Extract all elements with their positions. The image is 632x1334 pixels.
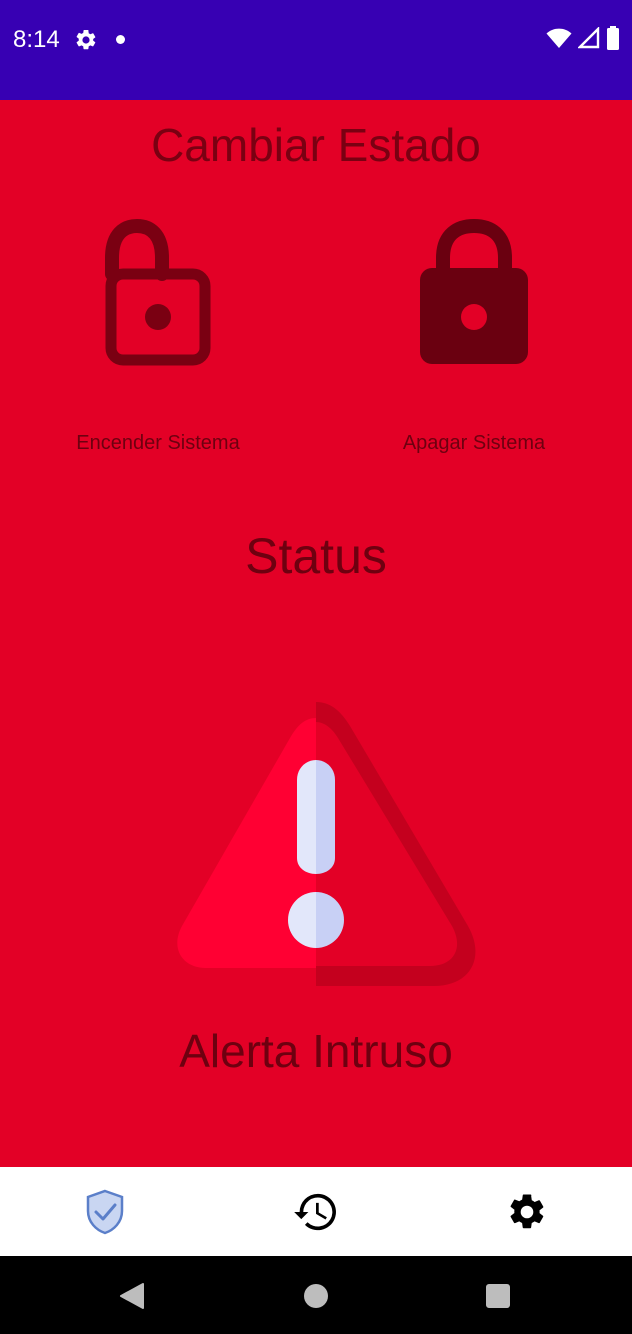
recents-icon[interactable]	[478, 1276, 518, 1316]
lock-open-icon	[105, 218, 211, 366]
settings-gear-icon	[510, 1193, 544, 1228]
system-navigation-bar	[0, 1256, 632, 1334]
bottom-navigation	[0, 1167, 632, 1256]
main-panel: Cambiar Estado Encender Sistema Apagar S…	[0, 100, 632, 1167]
warning-icon	[172, 700, 482, 995]
page-title: Cambiar Estado	[151, 119, 481, 171]
home-icon[interactable]	[296, 1276, 336, 1316]
back-icon[interactable]	[112, 1276, 152, 1316]
history-icon	[294, 1193, 336, 1230]
wifi-icon	[546, 27, 572, 54]
nav-item-history[interactable]	[211, 1167, 421, 1256]
lock-closed-icon	[420, 218, 528, 364]
lock-off-button[interactable]	[394, 218, 554, 378]
lock-on-button[interactable]	[78, 218, 238, 378]
battery-icon	[606, 25, 620, 55]
status-right-icons	[546, 25, 620, 55]
lock-off-label: Apagar Sistema	[402, 432, 546, 454]
gear-icon	[74, 28, 98, 52]
shield-check-icon	[86, 1189, 124, 1234]
notification-dot-icon	[116, 35, 125, 44]
status-heading: Status	[245, 528, 387, 584]
status-time: 8:14	[13, 26, 60, 53]
signal-icon	[577, 25, 600, 54]
nav-item-settings[interactable]	[422, 1167, 632, 1256]
nav-item-shield[interactable]	[0, 1167, 210, 1256]
alert-label: Alerta Intruso	[179, 1025, 453, 1077]
lock-on-label: Encender Sistema	[76, 432, 240, 454]
status-bar: 8:14	[0, 0, 632, 100]
